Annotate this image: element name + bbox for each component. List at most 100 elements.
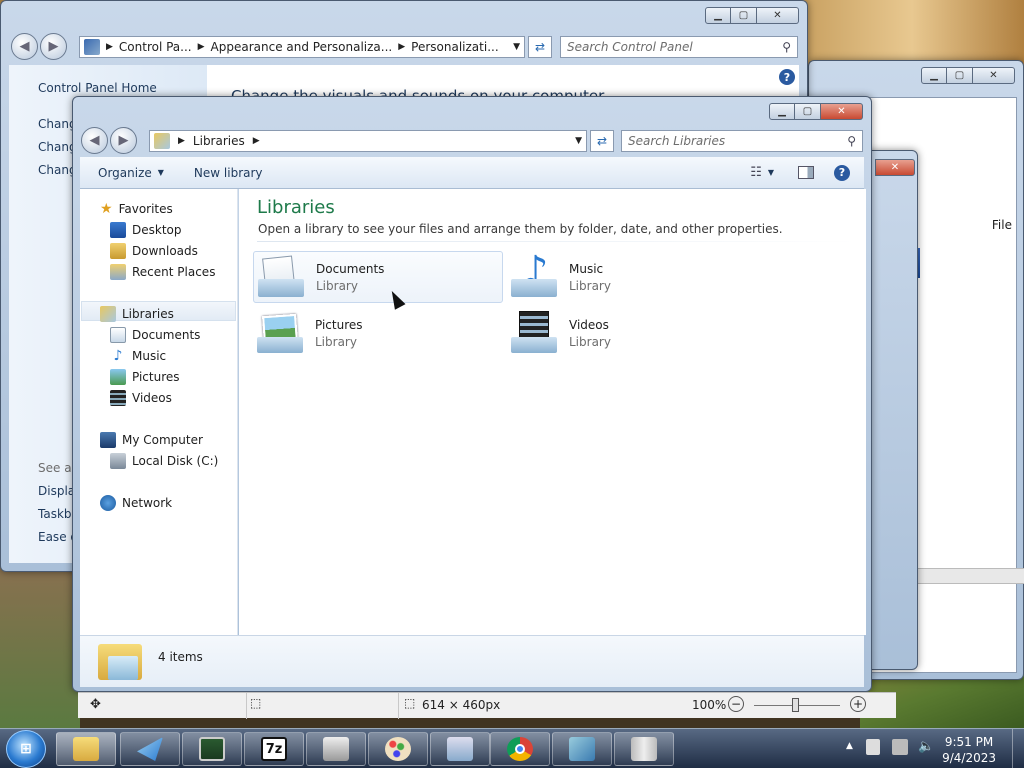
taskbar-control-panel[interactable]: [552, 732, 612, 766]
maximize-button[interactable]: ▢: [947, 67, 973, 84]
chevron-down-icon[interactable]: ▼: [768, 168, 774, 177]
minimize-button[interactable]: ▁: [705, 7, 731, 24]
cp-address-bar[interactable]: ▶ Control Pa... ▶ Appearance and Persona…: [79, 36, 525, 58]
chevron-right-icon: ▶: [197, 42, 205, 52]
search-icon[interactable]: ⚲: [847, 134, 856, 148]
preview-pane-icon[interactable]: [798, 166, 814, 179]
zoom-level: 100%: [692, 698, 727, 712]
taskbar-explorer[interactable]: [56, 732, 116, 766]
close-button[interactable]: ✕: [973, 67, 1015, 84]
music-icon: ♪: [113, 348, 123, 364]
zoom-slider-thumb[interactable]: [792, 698, 799, 712]
back-button[interactable]: ◀: [11, 33, 38, 60]
nav-documents[interactable]: Documents: [110, 327, 200, 343]
zoom-in-button[interactable]: +: [850, 696, 866, 712]
chevron-right-icon: ▶: [106, 42, 113, 52]
chevron-down-icon[interactable]: ▼: [513, 42, 520, 52]
cp-task-link-1[interactable]: Chang: [38, 117, 77, 131]
forward-button[interactable]: ▶: [40, 33, 67, 60]
cp-task-link-3[interactable]: Chang: [38, 163, 77, 177]
taskbar-7zip[interactable]: 7z: [244, 732, 304, 766]
taskbar-notepad[interactable]: [430, 732, 490, 766]
clock-date: 9/4/2023: [942, 751, 996, 765]
taskbar-chrome[interactable]: [490, 732, 550, 766]
cp-search-input[interactable]: Search Control Panel ⚲: [560, 36, 798, 58]
back-button[interactable]: ◀: [81, 127, 108, 154]
help-icon[interactable]: ?: [834, 164, 850, 181]
taskbar-fax[interactable]: [306, 732, 366, 766]
forward-button[interactable]: ▶: [110, 127, 137, 154]
nav-pictures[interactable]: Pictures: [110, 369, 180, 385]
library-tile-videos[interactable]: Videos Library: [507, 307, 757, 359]
taskbar-task-manager[interactable]: [182, 732, 242, 766]
libraries-icon: [154, 133, 170, 149]
nav-downloads[interactable]: Downloads: [110, 243, 198, 259]
action-center-icon[interactable]: [866, 739, 880, 755]
desktop-icon: [110, 222, 126, 238]
maximize-button[interactable]: ▢: [795, 103, 821, 120]
maximize-button[interactable]: ▢: [731, 7, 757, 24]
clock[interactable]: 9:51 PM 9/4/2023: [942, 734, 996, 766]
nav-my-computer-label: My Computer: [122, 433, 203, 447]
show-desktop-button[interactable]: [1012, 729, 1024, 768]
canvas-size: 614 × 460px: [422, 698, 501, 712]
cp-task-link-2[interactable]: Chang: [38, 140, 77, 154]
libraries-folder-icon: [98, 640, 142, 682]
show-hidden-icons-button[interactable]: ▲: [846, 741, 853, 751]
volume-muted-icon[interactable]: 🔈: [918, 739, 934, 754]
close-button[interactable]: ✕: [875, 159, 915, 176]
videos-icon: [110, 390, 126, 406]
status-divider: [398, 693, 399, 719]
help-icon[interactable]: ?: [779, 69, 795, 85]
lib-search-input[interactable]: Search Libraries ⚲: [621, 130, 863, 152]
nav-desktop[interactable]: Desktop: [110, 222, 182, 238]
library-name: Music: [569, 261, 604, 276]
taskbar-messenger[interactable]: [120, 732, 180, 766]
breadcrumb-personalization[interactable]: Personalizati...: [411, 40, 498, 54]
taskbar-paint[interactable]: [368, 732, 428, 766]
new-library-button[interactable]: New library: [194, 166, 263, 180]
zoom-out-button[interactable]: −: [728, 696, 744, 712]
nav-recent-places[interactable]: Recent Places: [110, 264, 215, 280]
library-type: Library: [569, 278, 611, 293]
network-tray-icon[interactable]: [892, 739, 908, 755]
nav-libraries[interactable]: Libraries: [100, 306, 174, 322]
nav-favorites[interactable]: ★ Favorites: [100, 201, 173, 217]
change-view-icon[interactable]: ☷: [750, 165, 762, 180]
library-tile-music[interactable]: ♪ Music Library: [507, 251, 757, 303]
library-tile-documents[interactable]: Documents Library: [253, 251, 503, 303]
taskbar: ⊞ 7z ▲ 🔈 9:51 PM 9/4/2023: [0, 728, 1024, 768]
nav-my-computer[interactable]: My Computer: [100, 432, 203, 448]
chevron-right-icon[interactable]: ▶: [253, 136, 260, 146]
minimize-button[interactable]: ▁: [769, 103, 795, 120]
organize-button[interactable]: Organize: [98, 166, 152, 180]
breadcrumb-control-panel[interactable]: Control Pa...: [119, 40, 192, 54]
nav-downloads-label: Downloads: [132, 244, 198, 258]
library-tile-pictures[interactable]: Pictures Library: [253, 307, 503, 359]
start-button[interactable]: ⊞: [6, 730, 46, 768]
control-panel-icon: [84, 39, 100, 55]
search-icon[interactable]: ⚲: [782, 40, 791, 54]
minimize-button[interactable]: ▁: [921, 67, 947, 84]
library-name: Videos: [569, 317, 609, 332]
library-type: Library: [316, 278, 358, 293]
close-button[interactable]: ✕: [821, 103, 863, 120]
close-button[interactable]: ✕: [757, 7, 799, 24]
refresh-button[interactable]: ⇄: [590, 130, 614, 152]
lib-address-bar[interactable]: ▶ Libraries ▶ ▼: [149, 130, 587, 152]
chevron-down-icon[interactable]: ▼: [575, 136, 582, 146]
nav-network[interactable]: Network: [100, 495, 172, 511]
hard-disk-icon: [110, 453, 126, 469]
control-panel-home-link[interactable]: Control Panel Home: [38, 81, 157, 95]
taskbar-server[interactable]: [614, 732, 674, 766]
nav-music[interactable]: ♪ Music: [110, 348, 167, 364]
nav-videos[interactable]: Videos: [110, 390, 172, 406]
item-count: 4 items: [158, 650, 203, 664]
fax-icon: [323, 737, 349, 761]
libraries-window[interactable]: ▁ ▢ ✕ ◀ ▶ ▶ Libraries ▶ ▼ ⇄ Search Libra…: [72, 96, 872, 692]
documents-icon: [110, 327, 126, 343]
breadcrumb-appearance[interactable]: Appearance and Personaliza...: [211, 40, 393, 54]
refresh-button[interactable]: ⇄: [528, 36, 552, 58]
breadcrumb-libraries[interactable]: Libraries: [193, 134, 245, 148]
nav-local-disk[interactable]: Local Disk (C:): [110, 453, 218, 469]
